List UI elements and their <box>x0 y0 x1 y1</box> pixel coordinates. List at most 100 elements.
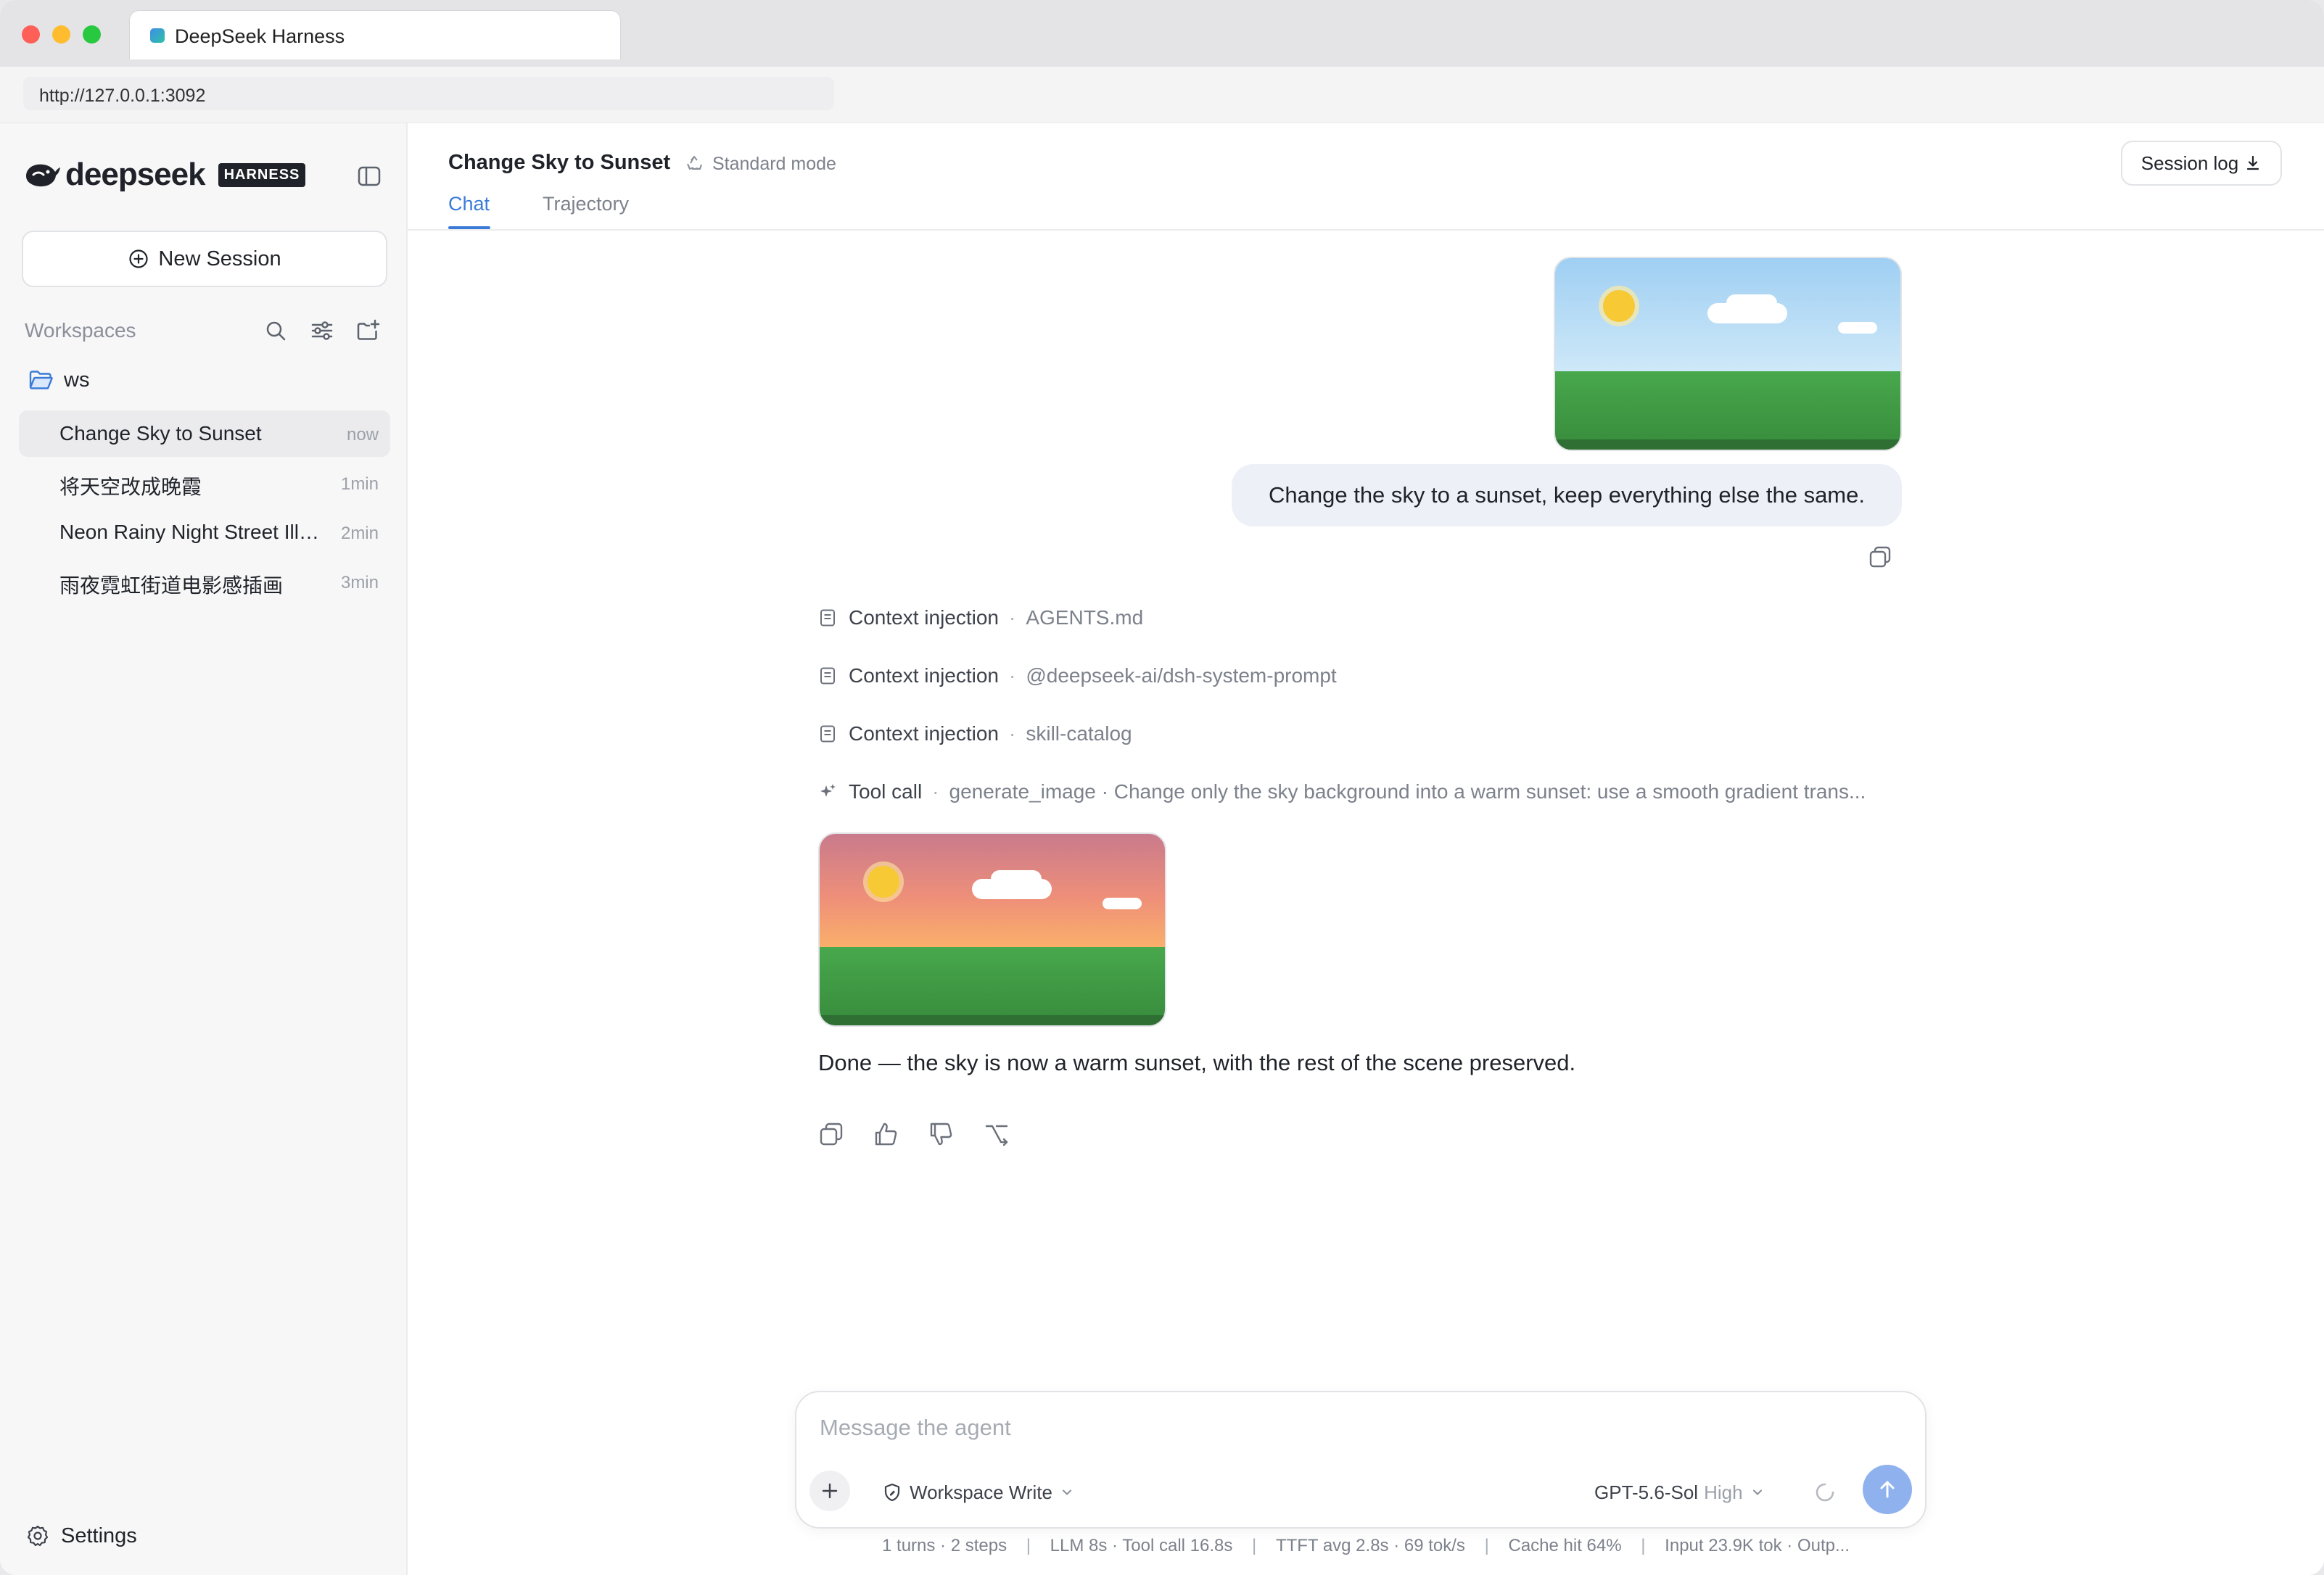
step-separator: · <box>1009 664 1016 687</box>
tool-call-step[interactable]: Tool call · generate_image · Change only… <box>818 777 1906 806</box>
chevron-down-icon <box>1752 1489 1762 1495</box>
tool-name: generate_image <box>949 780 1096 803</box>
stats-divider: | <box>1484 1536 1489 1555</box>
session-item-neon-street-cn[interactable]: 雨夜霓虹街道电影感插画 3min <box>19 558 390 605</box>
copy-icon[interactable] <box>817 1120 846 1149</box>
stats-cache: Cache hit 64% <box>1508 1536 1622 1555</box>
model-effort: High <box>1704 1481 1743 1503</box>
add-folder-icon[interactable] <box>355 318 382 344</box>
document-icon <box>820 609 835 627</box>
maximize-window-button[interactable] <box>83 25 101 44</box>
step-kind: Tool call <box>849 780 923 803</box>
step-separator: · <box>1009 606 1016 629</box>
search-icon[interactable] <box>263 318 289 344</box>
session-time: now <box>346 425 379 445</box>
step-detail: @deepseek-ai/dsh-system-prompt <box>1026 664 1337 687</box>
browser-tab[interactable]: DeepSeek Harness <box>129 10 621 59</box>
logo: deepseek HARNESS <box>23 157 306 193</box>
attach-button[interactable] <box>809 1471 850 1511</box>
branch-icon[interactable] <box>982 1120 1011 1149</box>
stats-divider: | <box>1641 1536 1646 1555</box>
user-message-bubble: Change the sky to a sunset, keep everyth… <box>1232 464 1902 526</box>
step-separator: · <box>932 780 939 803</box>
stats-tokens: Input 23.9K tok · Outp... <box>1665 1536 1850 1555</box>
session-item-sunset-cn[interactable]: 将天空改成晚霞 1min <box>19 460 390 506</box>
model-name: GPT-5.6-Sol <box>1594 1481 1699 1503</box>
stats-divider: | <box>1026 1536 1031 1555</box>
plus-circle-icon <box>129 249 148 268</box>
session-item-change-sky[interactable]: Change Sky to Sunset now <box>19 410 390 457</box>
permission-label: Workspace Write <box>910 1481 1052 1503</box>
tab-trajectory[interactable]: Trajectory <box>543 193 629 215</box>
generated-image[interactable] <box>818 832 1166 1027</box>
step-kind: Context injection <box>849 664 1000 687</box>
folder-open-icon <box>29 371 53 389</box>
context-step-system-prompt[interactable]: Context injection · @deepseek-ai/dsh-sys… <box>818 661 1337 690</box>
arrow-up-icon <box>1880 1481 1895 1498</box>
stats-ttft: TTFT avg 2.8s · 69 tok/s <box>1275 1536 1465 1555</box>
user-attached-image[interactable] <box>1554 257 1902 451</box>
logo-text: deepseek <box>65 157 206 192</box>
message-input[interactable] <box>820 1408 1900 1447</box>
plus-icon <box>822 1483 838 1499</box>
session-time: 1min <box>340 474 379 494</box>
step-kind: Context injection <box>849 606 1000 629</box>
session-title: 将天空改成晚霞 <box>59 476 202 498</box>
browser-window: DeepSeek Harness http://127.0.0.1:3092 d… <box>0 0 2324 1575</box>
download-icon <box>2247 155 2259 170</box>
sidebar-toggle-icon[interactable] <box>357 164 382 189</box>
session-title: 雨夜霓虹街道电影感插画 <box>59 574 284 597</box>
new-session-label: New Session <box>158 247 281 270</box>
step-separator: · <box>1009 722 1016 745</box>
filter-icon[interactable] <box>309 318 335 344</box>
tab-title: DeepSeek Harness <box>175 25 345 47</box>
sunset-landscape-image <box>820 834 1165 1025</box>
logo-badge: HARNESS <box>218 162 306 187</box>
session-item-neon-street[interactable]: Neon Rainy Night Street Illustration 2mi… <box>19 509 390 555</box>
mode-label: Standard mode <box>712 153 836 174</box>
context-step-skill-catalog[interactable]: Context injection · skill-catalog <box>818 719 1132 748</box>
settings-button[interactable]: Settings <box>26 1520 137 1552</box>
session-log-button[interactable]: Session log <box>2121 141 2282 186</box>
mode-indicator[interactable]: Standard mode <box>685 152 836 175</box>
send-button[interactable] <box>1863 1465 1912 1514</box>
recycle-icon <box>687 156 702 170</box>
tab-chat[interactable]: Chat <box>448 193 490 215</box>
copy-icon[interactable] <box>1867 544 1893 570</box>
document-icon <box>820 667 835 685</box>
message-composer: Workspace Write GPT-5.6-Sol High <box>795 1391 1927 1529</box>
step-separator: · <box>1095 780 1114 803</box>
main-panel: Change Sky to Sunset Standard mode Sessi… <box>408 123 2324 1575</box>
close-window-button[interactable] <box>22 25 40 44</box>
session-log-label: Session log <box>2140 152 2239 174</box>
whale-logo-icon <box>26 164 60 187</box>
thumbs-up-icon[interactable] <box>872 1120 901 1149</box>
session-time: 3min <box>340 573 379 592</box>
tool-detail: Change only the sky background into a wa… <box>1113 780 1866 803</box>
stats-turns: 1 turns · 2 steps <box>882 1536 1008 1555</box>
url-field[interactable]: http://127.0.0.1:3092 <box>23 77 834 110</box>
chevron-down-icon <box>1062 1489 1071 1495</box>
step-detail: skill-catalog <box>1026 722 1132 745</box>
gear-icon <box>27 1525 49 1547</box>
minimize-window-button[interactable] <box>52 25 70 44</box>
step-detail: AGENTS.md <box>1026 606 1144 629</box>
step-kind: Context injection <box>849 722 1000 745</box>
document-icon <box>820 725 835 743</box>
page-title: Change Sky to Sunset <box>448 151 671 174</box>
sparkle-icon <box>820 784 836 797</box>
new-session-button[interactable]: New Session <box>22 231 387 287</box>
stats-divider: | <box>1252 1536 1257 1555</box>
header-divider <box>408 229 2324 231</box>
thumbs-down-icon[interactable] <box>927 1120 956 1149</box>
settings-label: Settings <box>61 1524 137 1547</box>
workspace-folder-ws[interactable]: ws <box>29 364 89 396</box>
workspaces-header: Workspaces <box>25 313 387 347</box>
context-step-agents[interactable]: Context injection · AGENTS.md <box>818 603 1143 632</box>
permission-selector[interactable]: Workspace Write <box>882 1478 1081 1507</box>
title-bar: DeepSeek Harness <box>0 0 2324 67</box>
loading-spinner-icon <box>1816 1483 1834 1502</box>
session-title: Neon Rainy Night Street Illustration <box>59 521 321 543</box>
workspaces-label: Workspaces <box>25 319 136 342</box>
model-selector[interactable]: GPT-5.6-Sol High <box>1594 1478 1765 1507</box>
